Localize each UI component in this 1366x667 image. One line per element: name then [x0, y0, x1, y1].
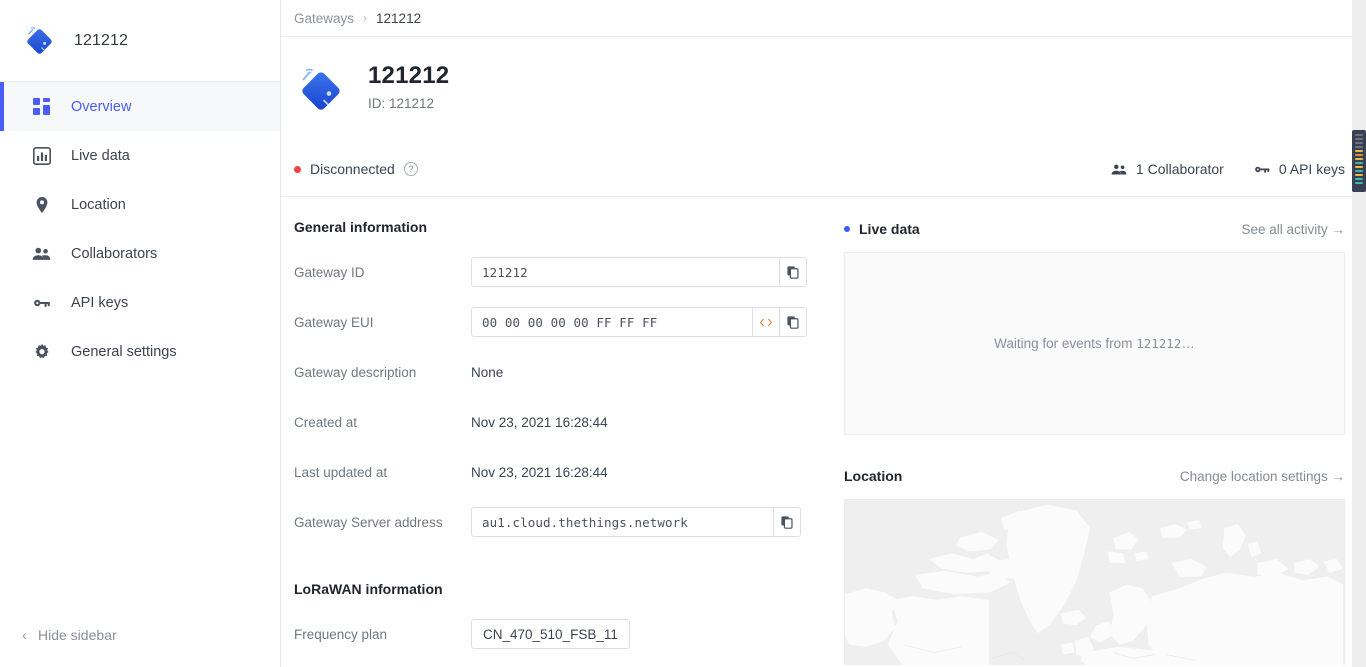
- people-icon: [1111, 163, 1128, 176]
- world-map-icon: [845, 500, 1344, 665]
- field-label: Gateway description: [294, 365, 471, 380]
- sidebar-nav: Overview Live data: [0, 82, 280, 376]
- gateway-diamond-icon: [294, 64, 346, 116]
- key-icon: [32, 293, 51, 312]
- gateway-eui-value[interactable]: 00 00 00 00 00 FF FF FF: [472, 308, 752, 336]
- breadcrumb: Gateways › 121212: [281, 0, 1366, 37]
- field-gateway-description: Gateway description None: [294, 351, 823, 393]
- grid-icon: [32, 97, 51, 116]
- live-indicator-dot-icon: [844, 226, 850, 232]
- field-label: Created at: [294, 415, 471, 430]
- location-panel-header: Location Change location settings →: [844, 466, 1345, 486]
- vertical-scrollbar-thumb[interactable]: [1352, 130, 1366, 192]
- breadcrumb-gateways[interactable]: Gateways: [294, 11, 354, 26]
- field-label: Gateway ID: [294, 265, 471, 280]
- gear-icon: [32, 342, 51, 361]
- gateway-eui-input-group[interactable]: 00 00 00 00 00 FF FF FF: [471, 307, 807, 337]
- sidebar-item-label: Location: [71, 197, 126, 213]
- chevron-left-icon: ‹: [22, 628, 27, 643]
- help-icon[interactable]: ?: [404, 162, 418, 176]
- right-column: Live data See all activity → Waiting for…: [844, 219, 1345, 667]
- api-keys-label: 0 API keys: [1279, 161, 1345, 177]
- general-information-column: General information Gateway ID 121212: [294, 219, 823, 667]
- field-last-updated-at: Last updated at Nov 23, 2021 16:28:44: [294, 451, 823, 493]
- see-all-activity-link[interactable]: See all activity →: [1241, 222, 1345, 237]
- sidebar-item-label: Live data: [71, 148, 130, 164]
- app-root: 121212 Overview: [0, 0, 1366, 667]
- created-at-value: Nov 23, 2021 16:28:44: [471, 415, 608, 430]
- copy-icon[interactable]: [779, 308, 806, 336]
- general-information-title: General information: [294, 219, 823, 235]
- sidebar: 121212 Overview: [0, 0, 281, 667]
- gateway-id-subtitle: ID: 121212: [368, 96, 449, 111]
- last-updated-at-value: Nov 23, 2021 16:28:44: [471, 465, 608, 480]
- status-dot-icon: [294, 166, 301, 173]
- field-label: Last updated at: [294, 465, 471, 480]
- sidebar-item-collaborators[interactable]: Collaborators: [0, 229, 280, 278]
- api-keys-count[interactable]: 0 API keys: [1253, 161, 1345, 177]
- field-gateway-id: Gateway ID 121212: [294, 251, 823, 293]
- gateway-server-address-value[interactable]: au1.cloud.thethings.network: [472, 508, 773, 536]
- sidebar-header: 121212: [0, 0, 280, 82]
- bar-chart-icon: [32, 146, 51, 165]
- field-gateway-eui: Gateway EUI 00 00 00 00 00 FF FF FF: [294, 301, 823, 343]
- field-gateway-server-address: Gateway Server address au1.cloud.thethin…: [294, 501, 823, 543]
- hide-sidebar-button[interactable]: ‹ Hide sidebar: [0, 603, 280, 667]
- gateway-diamond-icon: [22, 24, 56, 58]
- frequency-plan-value: CN_470_510_FSB_11: [471, 619, 630, 649]
- breadcrumb-current: 121212: [376, 11, 421, 26]
- page-title: 121212: [368, 62, 449, 90]
- key-icon: [1253, 163, 1271, 176]
- map-pin-icon: [32, 195, 51, 214]
- hide-sidebar-label: Hide sidebar: [38, 627, 117, 643]
- location-title: Location: [844, 468, 902, 484]
- sidebar-item-label: Collaborators: [71, 246, 157, 262]
- live-data-title-group: Live data: [844, 221, 920, 237]
- location-panel: Location Change location settings →: [844, 466, 1345, 665]
- field-global-configuration: Global configuration Download global_con…: [294, 663, 823, 667]
- sidebar-item-api-keys[interactable]: API keys: [0, 278, 280, 327]
- gateway-server-address-input-group[interactable]: au1.cloud.thethings.network: [471, 507, 801, 537]
- sidebar-item-label: API keys: [71, 295, 128, 311]
- collaborators-count[interactable]: 1 Collaborator: [1111, 161, 1224, 177]
- collaborators-label: 1 Collaborator: [1136, 161, 1224, 177]
- waiting-message: Waiting for events from 121212…: [994, 336, 1195, 351]
- gateway-id-input-group[interactable]: 121212: [471, 257, 807, 287]
- copy-icon[interactable]: [779, 258, 806, 286]
- copy-icon[interactable]: [773, 508, 800, 536]
- vertical-scrollbar-track[interactable]: [1352, 0, 1366, 667]
- status-bar: Disconnected ? 1 Collaborator: [281, 142, 1366, 197]
- sidebar-item-overview[interactable]: Overview: [0, 82, 280, 131]
- sidebar-title: 121212: [74, 32, 128, 50]
- field-frequency-plan: Frequency plan CN_470_510_FSB_11: [294, 613, 823, 655]
- live-data-empty-state: Waiting for events from 121212…: [844, 252, 1345, 435]
- sidebar-item-location[interactable]: Location: [0, 180, 280, 229]
- change-location-settings-link[interactable]: Change location settings →: [1180, 469, 1345, 484]
- status-badge: Disconnected ?: [281, 161, 418, 177]
- field-created-at: Created at Nov 23, 2021 16:28:44: [294, 401, 823, 443]
- code-toggle-icon[interactable]: [752, 308, 779, 336]
- lorawan-information-title: LoRaWAN information: [294, 581, 823, 597]
- waiting-suffix: …: [1181, 336, 1195, 351]
- sidebar-item-live-data[interactable]: Live data: [0, 131, 280, 180]
- sidebar-item-label: Overview: [71, 99, 131, 115]
- chevron-right-icon: ›: [363, 11, 367, 25]
- location-map[interactable]: [844, 499, 1345, 665]
- sidebar-item-general-settings[interactable]: General settings: [0, 327, 280, 376]
- live-data-title: Live data: [859, 221, 920, 237]
- sidebar-item-label: General settings: [71, 344, 177, 360]
- people-icon: [32, 244, 51, 263]
- field-label: Frequency plan: [294, 627, 471, 642]
- waiting-target: 121212: [1136, 336, 1181, 351]
- content-columns: General information Gateway ID 121212: [281, 197, 1366, 667]
- main-content: Gateways › 121212: [281, 0, 1366, 667]
- live-data-panel-header: Live data See all activity →: [844, 219, 1345, 239]
- gateway-description-value: None: [471, 365, 503, 380]
- status-label: Disconnected: [310, 161, 395, 177]
- field-label: Gateway EUI: [294, 315, 471, 330]
- field-label: Gateway Server address: [294, 515, 471, 530]
- waiting-prefix: Waiting for events from: [994, 336, 1136, 351]
- gateway-id-value[interactable]: 121212: [472, 258, 779, 286]
- page-header: 121212 ID: 121212: [281, 37, 1366, 116]
